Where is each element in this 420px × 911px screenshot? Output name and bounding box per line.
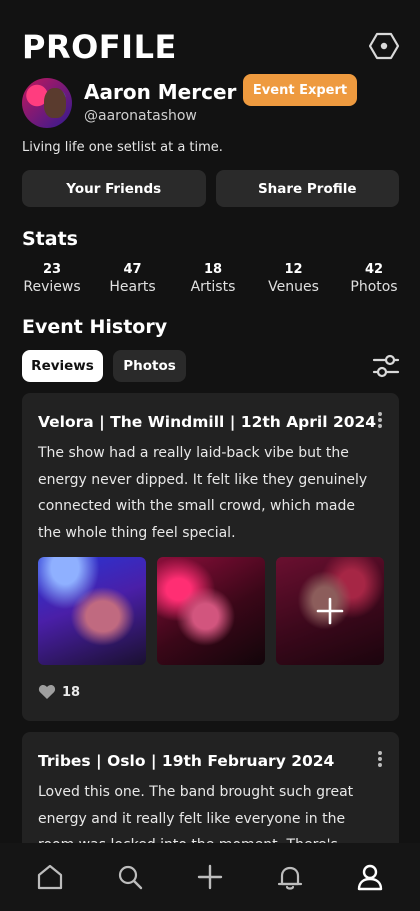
profile-name: Aaron Mercer	[84, 80, 237, 104]
nav-home[interactable]	[28, 855, 72, 899]
review-photo[interactable]	[157, 557, 265, 665]
stat-value: 47	[123, 262, 142, 277]
stat-value: 18	[203, 262, 223, 277]
user-icon	[357, 864, 383, 891]
review-title: Velora | The Windmill | 12th April 2024	[38, 413, 377, 431]
stat-label: Reviews	[23, 279, 81, 295]
like-count: 18	[62, 684, 81, 700]
review-title: Tribes | Oslo | 19th February 2024	[38, 752, 335, 770]
stat-value: 12	[284, 262, 303, 277]
tab-reviews[interactable]: Reviews	[22, 350, 103, 382]
stat-label: Hearts	[109, 279, 156, 295]
stat-label: Photos	[350, 279, 398, 295]
stat-label: Venues	[268, 279, 319, 295]
filter-button[interactable]	[372, 352, 400, 380]
sliders-icon	[372, 354, 400, 378]
your-friends-button[interactable]: Your Friends	[22, 170, 206, 207]
like-button[interactable]: 18	[38, 683, 80, 701]
profile-handle: @aaronatashow	[84, 108, 197, 124]
review-body: The show had a really laid-back vibe but…	[38, 445, 368, 542]
share-profile-button[interactable]: Share Profile	[215, 170, 399, 207]
stats-title: Stats	[22, 228, 78, 250]
stat-venues[interactable]: 12 Venues	[256, 262, 332, 298]
review-photo[interactable]	[38, 557, 146, 665]
stats-row: 23 Reviews 47 Hearts 18 Artists 12 Venue…	[14, 262, 412, 298]
hexagon-settings-icon	[369, 32, 399, 60]
nav-search[interactable]	[108, 855, 152, 899]
profile-header: Aaron Mercer @aaronatashow Event Expert	[22, 74, 402, 130]
stat-hearts[interactable]: 47 Hearts	[95, 262, 171, 298]
stat-reviews[interactable]: 23 Reviews	[14, 262, 90, 298]
more-vertical-icon	[378, 751, 382, 767]
more-vertical-icon	[378, 412, 382, 428]
profile-bio: Living life one setlist at a time.	[22, 140, 223, 155]
bell-icon	[277, 866, 303, 890]
review-card[interactable]: Velora | The Windmill | 12th April 2024 …	[22, 393, 399, 721]
review-photos	[38, 557, 384, 665]
avatar[interactable]	[22, 78, 72, 128]
stat-value: 23	[42, 262, 62, 277]
tab-photos[interactable]: Photos	[113, 350, 186, 382]
plus-icon	[197, 864, 223, 890]
status-badge: Event Expert	[243, 74, 357, 106]
history-tabs: Reviews Photos	[22, 350, 400, 382]
plus-icon	[316, 597, 344, 625]
stat-photos[interactable]: 42 Photos	[336, 262, 412, 298]
nav-profile[interactable]	[348, 855, 392, 899]
search-icon	[118, 865, 143, 890]
heart-icon	[38, 685, 56, 699]
header: PROFILE	[22, 28, 400, 68]
stat-artists[interactable]: 18 Artists	[175, 262, 251, 298]
event-history-title: Event History	[22, 316, 168, 338]
page-title: PROFILE	[22, 28, 177, 66]
profile-actions: Your Friends Share Profile	[22, 170, 399, 207]
stat-label: Artists	[190, 279, 236, 295]
more-options-button[interactable]	[377, 411, 383, 429]
home-icon	[37, 864, 63, 890]
settings-button[interactable]	[368, 30, 400, 62]
nav-add[interactable]	[188, 855, 232, 899]
more-photos-button[interactable]	[276, 557, 384, 665]
more-options-button[interactable]	[377, 750, 383, 768]
nav-notifications[interactable]	[268, 855, 312, 899]
bottom-nav	[0, 843, 420, 911]
stat-value: 42	[364, 262, 384, 277]
